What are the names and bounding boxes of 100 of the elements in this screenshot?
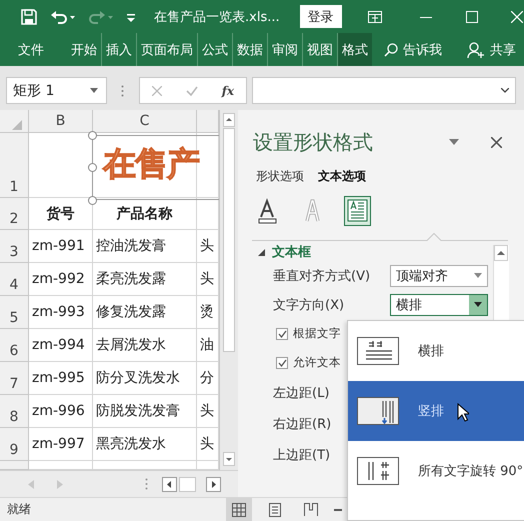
table-cell: 头 <box>197 230 219 263</box>
checkbox[interactable] <box>276 328 288 340</box>
table-cell: 修复洗发露 <box>93 296 197 329</box>
collapse-icon[interactable] <box>258 248 265 256</box>
chevron-icon <box>501 88 509 93</box>
row-header[interactable]: 6 <box>0 329 29 362</box>
checkbox[interactable] <box>276 356 288 368</box>
field-label: 文字方向(X) <box>273 296 346 314</box>
scrollbar-thumb[interactable] <box>179 476 196 492</box>
table-cell: 油 <box>197 329 219 362</box>
page-break-icon <box>304 502 318 516</box>
checkbox-label: 允许文本 <box>293 355 341 370</box>
scroll-up-icon[interactable] <box>223 113 235 127</box>
dropdown[interactable]: 顶端对齐 <box>390 264 488 286</box>
scrollbar[interactable] <box>493 245 509 320</box>
row-header[interactable]: 4 <box>0 263 29 296</box>
empty-cell <box>197 198 219 230</box>
horizontal-text-icon <box>357 337 399 365</box>
checkbox-label: 根据文字 <box>293 326 341 341</box>
maximize-icon[interactable] <box>466 10 478 22</box>
row-header[interactable]: 9 <box>0 428 29 461</box>
check-icon[interactable] <box>186 86 198 96</box>
text-fill-icon <box>256 198 279 224</box>
field-label: 垂直对齐方式(V) <box>273 268 372 284</box>
row-header[interactable]: 7 <box>0 362 29 395</box>
check-icon <box>278 358 286 366</box>
caret-icon <box>474 273 482 278</box>
ribbon-tab[interactable]: 格式 <box>337 33 372 66</box>
column-header[interactable]: C <box>93 110 197 133</box>
close-icon[interactable] <box>491 136 502 148</box>
dropdown[interactable]: 横排 <box>390 294 488 316</box>
pane-title: 设置形状格式 <box>253 128 373 156</box>
caret-icon <box>474 302 482 307</box>
ribbon-display-icon[interactable] <box>368 10 382 22</box>
table-cell: zm-997 <box>29 428 93 461</box>
ribbon-tab[interactable]: 开始 <box>66 33 101 66</box>
vertical-text-icon <box>357 397 399 425</box>
share-button[interactable]: 共享 <box>490 40 516 58</box>
table-cell: zm-992 <box>29 263 93 296</box>
table-cell: 控油洗发膏 <box>93 230 197 263</box>
check-icon <box>278 330 286 338</box>
row-header[interactable]: 2 <box>0 198 29 230</box>
table-cell: zm-996 <box>29 395 93 428</box>
caret-icon <box>90 88 98 93</box>
scroll-left-icon[interactable] <box>162 476 177 492</box>
resize-handle[interactable] <box>88 163 97 172</box>
tell-me-link[interactable]: 告诉我 <box>403 40 442 58</box>
table-cell: zm-991 <box>29 230 93 263</box>
save-icon[interactable] <box>20 8 38 26</box>
row-header[interactable]: 1 <box>0 133 29 198</box>
table-cell: 防分叉洗发水 <box>93 362 197 395</box>
field-label: 右边距(R) <box>273 416 332 432</box>
format-tab[interactable] <box>344 196 371 226</box>
text-box-icon <box>346 198 369 224</box>
pane-tab[interactable]: 形状选项 <box>256 168 304 185</box>
resize-handle[interactable] <box>88 196 97 205</box>
status-text: 就绪 <box>7 501 32 518</box>
scroll-up-icon[interactable] <box>494 245 508 261</box>
table-cell: 分 <box>197 362 219 395</box>
table-cell: 头 <box>197 428 219 461</box>
name-box[interactable]: 矩形 1 <box>6 77 107 104</box>
sign-in-button[interactable]: 登录 <box>300 5 342 28</box>
menu-item[interactable]: 竖排 <box>348 381 524 441</box>
table-cell: 防脱发洗发膏 <box>93 395 197 428</box>
mouse-pointer-icon <box>457 403 469 422</box>
grip-icon <box>145 478 148 490</box>
scroll-down-icon[interactable] <box>223 452 235 466</box>
pane-tab[interactable]: 文本选项 <box>318 168 366 185</box>
row-header[interactable]: 3 <box>0 230 29 263</box>
menu-item[interactable]: 横排 <box>348 321 524 381</box>
scroll-right-icon[interactable] <box>206 476 221 492</box>
table-cell: 柔亮洗发露 <box>93 263 197 296</box>
field-label: 左边距(L) <box>273 384 330 402</box>
row-header[interactable]: 8 <box>0 395 29 428</box>
rotated-text-icon <box>357 457 399 485</box>
table-cell: zm-993 <box>29 296 93 329</box>
scrollbar-thumb[interactable] <box>223 128 235 352</box>
formula-input[interactable] <box>252 77 516 104</box>
person-add-icon[interactable] <box>467 42 485 58</box>
search-icon[interactable] <box>384 42 398 56</box>
insert-function-button[interactable]: fx <box>222 84 234 98</box>
table-cell: 黑亮洗发水 <box>93 428 197 461</box>
window-title: 在售产品一览表.xls... <box>154 8 280 26</box>
view-button[interactable] <box>226 498 252 521</box>
table-cell: 头 <box>197 263 219 296</box>
resize-handle[interactable] <box>88 131 97 140</box>
column-header[interactable]: B <box>29 110 93 133</box>
page-layout-icon <box>268 502 282 516</box>
grip-icon <box>121 85 124 97</box>
field-label: 上边距(T) <box>273 446 332 464</box>
pane-menu-icon[interactable] <box>449 139 459 145</box>
table-cell: 烫 <box>197 296 219 329</box>
table-cell: zm-994 <box>29 329 93 362</box>
normal-view-icon <box>232 502 246 516</box>
table-cell: zm-995 <box>29 362 93 395</box>
table-cell: 去屑洗发水 <box>93 329 197 362</box>
menu-item[interactable]: 所有文字旋转 90° <box>348 441 524 501</box>
row-header[interactable]: 5 <box>0 296 29 329</box>
ribbon-tab[interactable]: 文件 <box>9 33 52 66</box>
table-cell: 头 <box>197 395 219 428</box>
